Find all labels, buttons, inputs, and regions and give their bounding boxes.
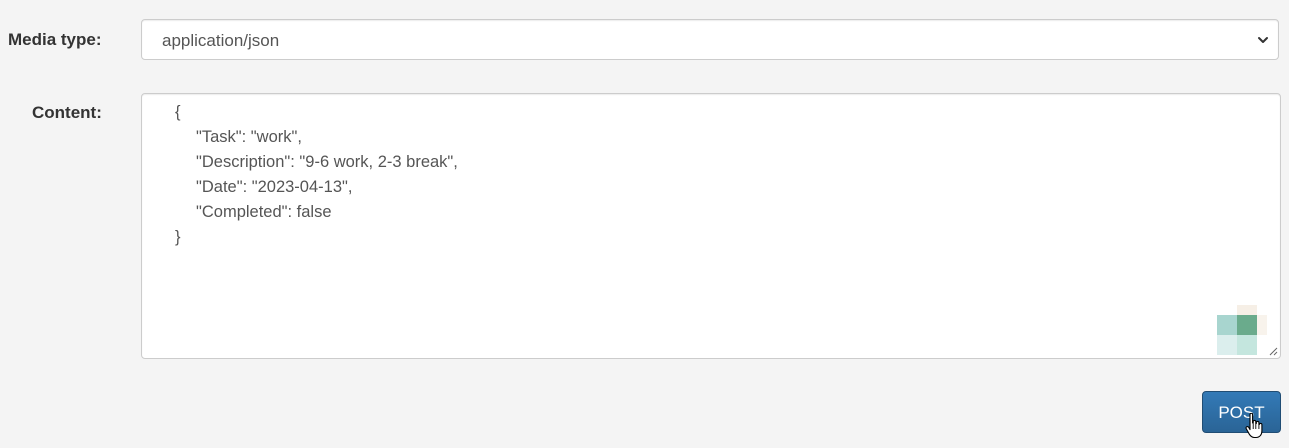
code-line: { [175, 103, 181, 121]
media-type-value: application/json [162, 31, 280, 50]
content-textarea[interactable]: { "Task": "work", "Description": "9-6 wo… [141, 93, 1281, 359]
api-request-form: Media type: application/json Content: { … [0, 0, 1289, 448]
content-code: { "Task": "work", "Description": "9-6 wo… [142, 100, 458, 250]
code-line: "Description": "9-6 work, 2-3 break", [196, 153, 458, 171]
code-line: "Completed": false [196, 203, 332, 221]
code-line: "Task": "work", [196, 128, 302, 146]
media-type-select[interactable]: application/json [141, 19, 1279, 60]
extension-overlay-icon [1217, 305, 1267, 355]
content-label: Content: [32, 103, 102, 122]
media-type-label: Media type: [8, 30, 102, 49]
hand-pointer-icon [1245, 413, 1263, 439]
post-button[interactable]: POST [1202, 391, 1281, 433]
resize-handle-icon[interactable] [1268, 346, 1278, 356]
code-line: "Date": "2023-04-13", [196, 178, 353, 196]
code-line: } [175, 228, 181, 246]
chevron-down-icon [1258, 37, 1268, 43]
